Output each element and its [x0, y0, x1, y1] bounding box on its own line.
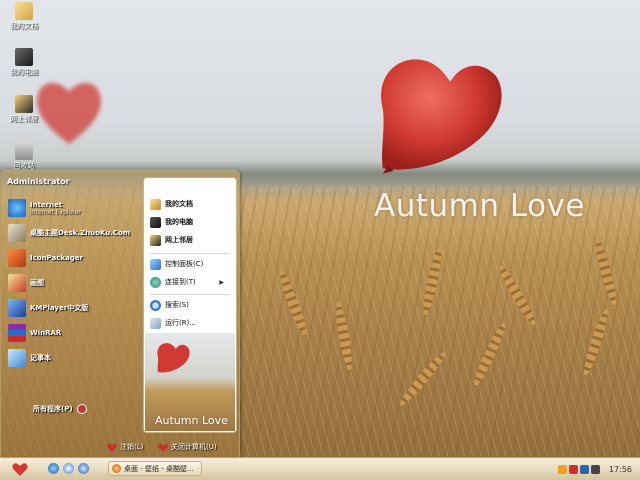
start-place-control-panel[interactable]: 控制面板(C) — [150, 256, 203, 272]
start-menu-places-panel: 我的文档 我的电脑 网上邻居 控制面板(C) 连接到(T) ▶ 搜索(S) 运行… — [143, 177, 237, 433]
start-place-label: 连接到(T) — [165, 278, 196, 286]
start-item-zhuoku[interactable]: 桌酷主题Desk.ZhuoKu.Com — [8, 221, 130, 245]
wallpaper-title: Autumn Love — [374, 188, 585, 224]
run-icon — [150, 317, 161, 329]
start-item-kmplayer[interactable]: KMPlayer中文版 — [8, 296, 88, 320]
start-menu-pinned-list: Internet Internet Explorer 桌酷主题Desk.ZhuoK… — [4, 190, 141, 434]
heart-start-icon — [12, 463, 28, 476]
start-item-label: KMPlayer中文版 — [30, 304, 89, 312]
start-menu-footer: 注销(L) 关闭计算机(U) — [1, 437, 239, 459]
tray-arrow-icon[interactable] — [558, 464, 567, 474]
my-documents-icon — [150, 198, 161, 210]
taskbar-clock[interactable]: 17:56 — [609, 465, 632, 474]
arrow-right-icon — [76, 404, 87, 414]
start-menu: Administrator Internet Internet Explorer … — [0, 169, 240, 460]
shutdown-heart-icon — [158, 443, 168, 452]
desktop-icon-label: 我的电脑 — [10, 68, 38, 76]
my-computer-icon — [150, 216, 161, 228]
heart-balloon — [381, 59, 502, 174]
connect-to-icon — [150, 276, 161, 288]
start-place-run[interactable]: 运行(R)... — [150, 315, 196, 331]
internet-explorer-icon — [8, 199, 26, 217]
start-place-my-documents[interactable]: 我的文档 — [150, 196, 193, 212]
start-place-label: 控制面板(C) — [165, 260, 204, 268]
search-icon — [150, 299, 161, 311]
control-panel-icon — [150, 258, 161, 270]
shutdown-label: 关闭计算机(U) — [171, 443, 217, 451]
heart-balloon-thumbnail — [157, 343, 190, 373]
taskbar: 桌面 - 壁纸 - 桌酷壁... 17:56 — [0, 457, 640, 480]
start-item-label: 记事本 — [30, 354, 51, 362]
start-item-label: 画图 — [30, 279, 44, 287]
quicklaunch-media-icon[interactable] — [78, 463, 89, 474]
notepad-icon — [8, 349, 26, 367]
logoff-button[interactable]: 注销(L) — [107, 442, 143, 452]
submenu-arrow-icon: ▶ — [219, 278, 224, 286]
desktop-icon-my-computer[interactable]: 我的电脑 — [0, 48, 48, 77]
start-place-label: 我的文档 — [165, 200, 193, 208]
start-place-label: 我的电脑 — [165, 218, 193, 226]
kmplayer-icon — [8, 299, 26, 317]
desktop-icon-network-places[interactable]: 网上邻居 — [0, 95, 48, 124]
start-item-label: WinRAR — [30, 329, 62, 337]
start-menu-picture-title: Autumn Love — [155, 414, 228, 427]
start-menu-username: Administrator — [7, 177, 70, 186]
tray-security-icon[interactable] — [569, 464, 578, 474]
start-item-notepad[interactable]: 记事本 — [8, 346, 51, 370]
start-item-label: IconPackager — [30, 254, 83, 262]
tray-volume-icon[interactable] — [591, 464, 600, 474]
desktop-icon-label: 我的文档 — [10, 22, 38, 30]
start-place-search[interactable]: 搜索(S) — [150, 297, 189, 313]
browser-icon — [112, 464, 121, 473]
my-documents-icon — [15, 2, 33, 20]
start-menu-divider — [150, 253, 230, 254]
iconpackager-icon — [8, 249, 26, 267]
network-places-icon — [15, 95, 33, 113]
shutdown-button[interactable]: 关闭计算机(U) — [158, 442, 217, 452]
start-button[interactable] — [8, 460, 32, 478]
taskbar-window-button[interactable]: 桌面 - 壁纸 - 桌酷壁... — [108, 461, 202, 476]
start-item-iconpackager[interactable]: IconPackager — [8, 246, 83, 270]
start-item-label: Internet — [30, 200, 63, 209]
start-item-sublabel: Internet Explorer — [30, 208, 81, 216]
winrar-icon — [8, 324, 26, 342]
logoff-heart-icon — [107, 443, 117, 452]
start-menu-picture: Autumn Love — [145, 333, 235, 431]
paint-icon — [8, 274, 26, 292]
start-item-paint[interactable]: 画图 — [8, 271, 44, 295]
recycle-bin-icon — [15, 142, 33, 160]
start-item-internet[interactable]: Internet Internet Explorer — [8, 196, 81, 220]
start-menu-divider — [150, 294, 230, 295]
zhuoku-icon — [8, 224, 26, 242]
start-place-label: 搜索(S) — [165, 301, 189, 309]
start-place-network[interactable]: 网上邻居 — [150, 232, 193, 248]
start-item-label: 桌酷主题Desk.ZhuoKu.Com — [30, 229, 131, 237]
start-place-label: 网上邻居 — [165, 236, 193, 244]
quicklaunch-ie-icon[interactable] — [48, 463, 59, 474]
network-places-icon — [150, 234, 161, 246]
tray-network-icon[interactable] — [580, 464, 589, 474]
start-place-my-computer[interactable]: 我的电脑 — [150, 214, 193, 230]
desktop-icon-recycle-bin[interactable]: 回收站 — [0, 142, 48, 171]
system-tray: 17:56 — [554, 458, 640, 480]
taskbar-window-label: 桌面 - 壁纸 - 桌酷壁... — [124, 464, 194, 473]
all-programs-label: 所有程序(P) — [33, 405, 73, 413]
my-computer-icon — [15, 48, 33, 66]
start-place-connect-to[interactable]: 连接到(T) ▶ — [150, 274, 230, 290]
logoff-label: 注销(L) — [120, 443, 144, 451]
start-place-label: 运行(R)... — [165, 319, 197, 327]
desktop-icon-my-documents[interactable]: 我的文档 — [0, 2, 48, 31]
quicklaunch-desktop-icon[interactable] — [63, 463, 74, 474]
all-programs-button[interactable]: 所有程序(P) — [33, 404, 87, 414]
start-item-winrar[interactable]: WinRAR — [8, 321, 61, 345]
desktop-icon-label: 网上邻居 — [10, 115, 38, 123]
